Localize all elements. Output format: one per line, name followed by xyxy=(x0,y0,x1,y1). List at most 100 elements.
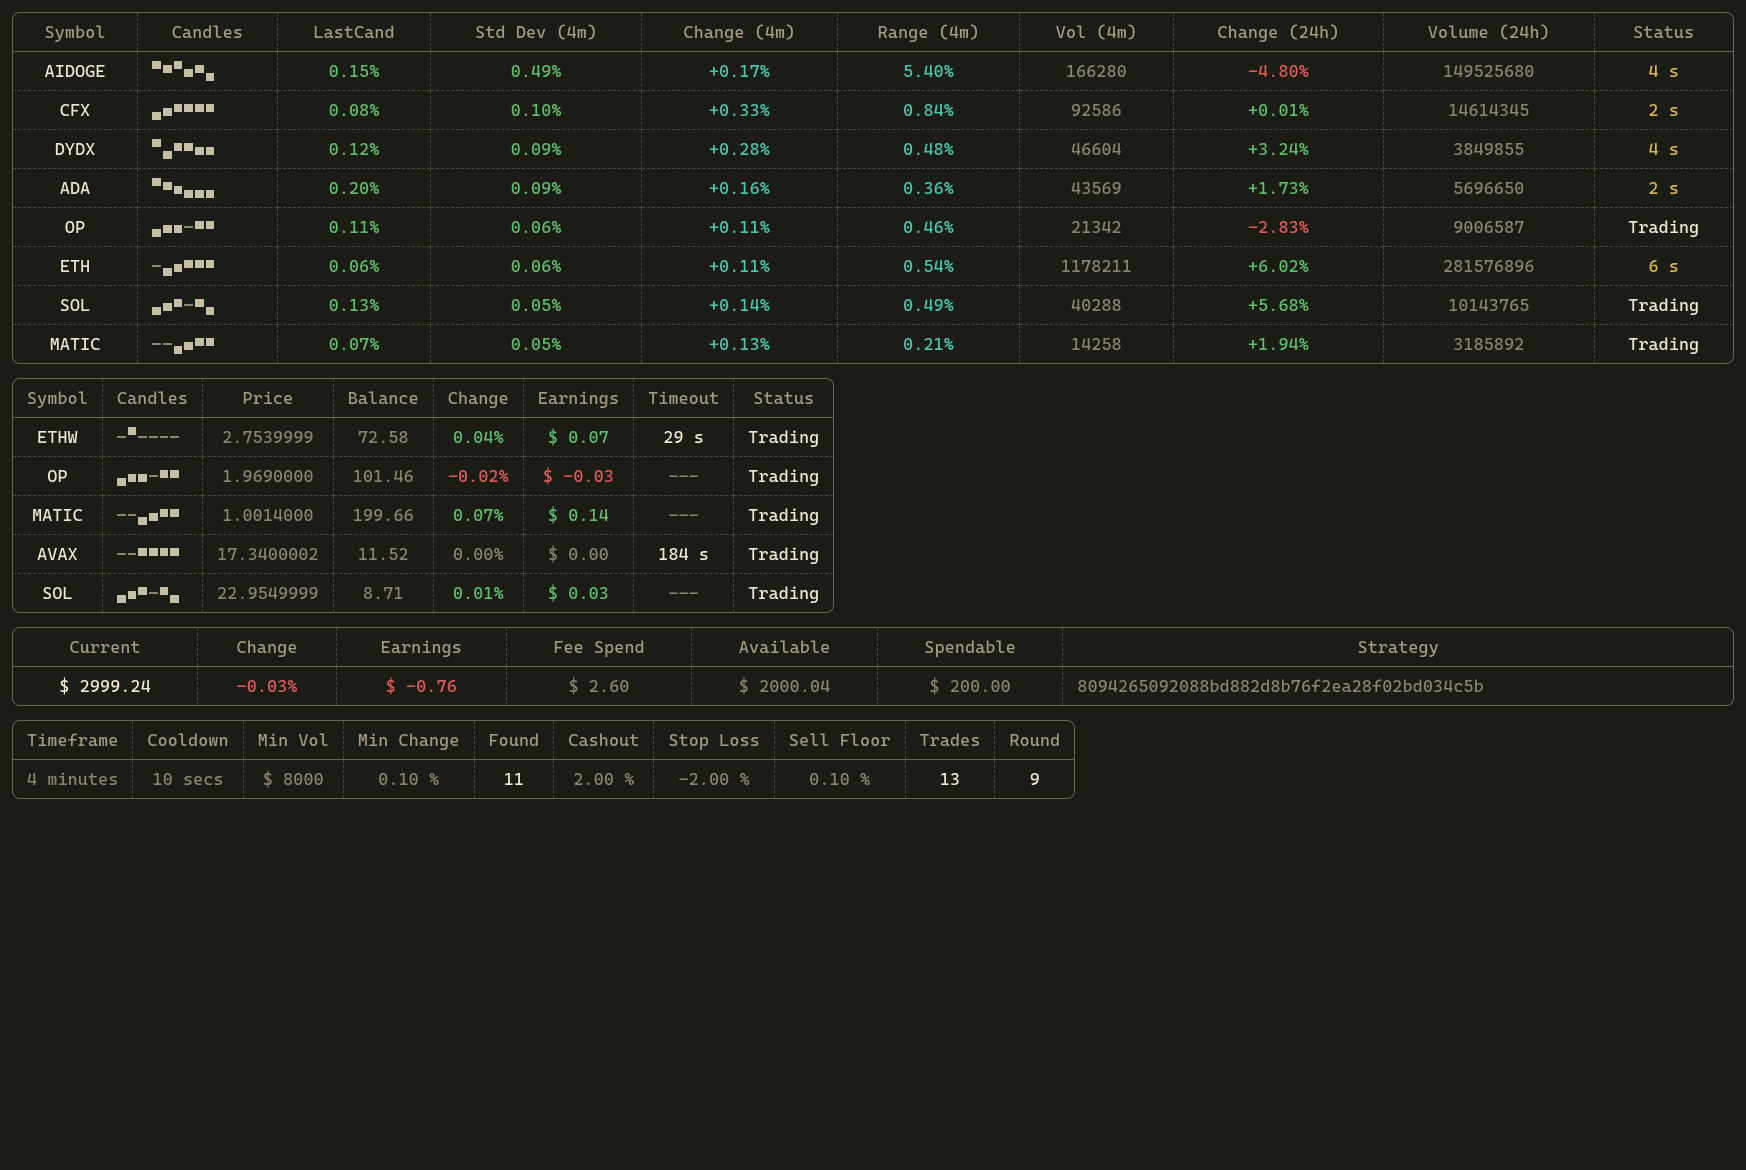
candles-cell xyxy=(102,496,202,535)
change-24h-cell: +1.94% xyxy=(1173,325,1383,364)
symbol-cell: AIDOGE xyxy=(13,52,138,91)
vol-24h-cell: 9006587 xyxy=(1384,208,1594,247)
candles-cell xyxy=(102,418,202,457)
vol-4m-cell: 46604 xyxy=(1020,130,1174,169)
price-cell: 2.7539999 xyxy=(203,418,334,457)
balance-cell: 8.71 xyxy=(333,574,433,613)
column-header: Found xyxy=(474,721,554,760)
vol-24h-cell: 3185892 xyxy=(1384,325,1594,364)
column-header: Change xyxy=(433,379,523,418)
sparkline-icon xyxy=(152,178,214,198)
config-min-change: 0.10 % xyxy=(343,760,474,799)
table-row: ETH0.06%0.06%+0.11%0.54%1178211+6.02%281… xyxy=(13,247,1733,286)
sparkline-icon xyxy=(117,544,179,564)
change-4m-cell: +0.16% xyxy=(641,169,837,208)
change-24h-cell: +0.01% xyxy=(1173,91,1383,130)
last-cand-cell: 0.20% xyxy=(277,169,431,208)
vol-4m-cell: 92586 xyxy=(1020,91,1174,130)
candles-cell xyxy=(138,286,278,325)
vol-4m-cell: 43569 xyxy=(1020,169,1174,208)
column-header: Price xyxy=(203,379,334,418)
column-header: Cashout xyxy=(554,721,654,760)
table-row: DYDX0.12%0.09%+0.28%0.48%46604+3.24%3849… xyxy=(13,130,1733,169)
timeout-cell: --- xyxy=(634,457,734,496)
table-row: SOL22.95499998.710.01%$ 0.03---Trading xyxy=(13,574,833,613)
timeout-cell: 29 s xyxy=(634,418,734,457)
table-row: OP1.9690000101.46-0.02%$ -0.03---Trading xyxy=(13,457,833,496)
status-cell: Trading xyxy=(734,574,834,613)
status-cell: Trading xyxy=(1594,208,1733,247)
summary-current: $ 2999.24 xyxy=(13,667,198,706)
range-4m-cell: 0.54% xyxy=(838,247,1020,286)
column-header: Status xyxy=(734,379,834,418)
column-header: Min Change xyxy=(343,721,474,760)
status-cell: Trading xyxy=(734,418,834,457)
change-cell: 0.01% xyxy=(433,574,523,613)
price-cell: 1.0014000 xyxy=(203,496,334,535)
std-dev-cell: 0.05% xyxy=(431,286,641,325)
change-4m-cell: +0.14% xyxy=(641,286,837,325)
config-cashout: 2.00 % xyxy=(554,760,654,799)
std-dev-cell: 0.10% xyxy=(431,91,641,130)
column-header: Range (4m) xyxy=(838,13,1020,52)
change-cell: 0.04% xyxy=(433,418,523,457)
status-cell: 2 s xyxy=(1594,169,1733,208)
symbol-cell: ETHW xyxy=(13,418,102,457)
column-header: Available xyxy=(692,628,878,667)
earnings-cell: $ 0.03 xyxy=(523,574,633,613)
vol-24h-cell: 14614345 xyxy=(1384,91,1594,130)
std-dev-cell: 0.05% xyxy=(431,325,641,364)
status-cell: Trading xyxy=(734,457,834,496)
change-4m-cell: +0.13% xyxy=(641,325,837,364)
market-panel: SymbolCandlesLastCandStd Dev (4m)Change … xyxy=(12,12,1734,364)
summary-fee-spend: $ 2.60 xyxy=(506,667,692,706)
config-found: 11 xyxy=(474,760,554,799)
change-cell: 0.07% xyxy=(433,496,523,535)
last-cand-cell: 0.08% xyxy=(277,91,431,130)
config-timeframe: 4 minutes xyxy=(13,760,133,799)
symbol-cell: ADA xyxy=(13,169,138,208)
symbol-cell: CFX xyxy=(13,91,138,130)
column-header: Timeout xyxy=(634,379,734,418)
summary-earnings: $ -0.76 xyxy=(336,667,506,706)
summary-spendable: $ 200.00 xyxy=(877,667,1063,706)
symbol-cell: OP xyxy=(13,457,102,496)
sparkline-icon xyxy=(152,61,214,81)
last-cand-cell: 0.06% xyxy=(277,247,431,286)
positions-table: SymbolCandlesPriceBalanceChangeEarningsT… xyxy=(13,379,833,612)
price-cell: 1.9690000 xyxy=(203,457,334,496)
range-4m-cell: 0.48% xyxy=(838,130,1020,169)
range-4m-cell: 5.40% xyxy=(838,52,1020,91)
std-dev-cell: 0.06% xyxy=(431,208,641,247)
summary-change: -0.03% xyxy=(198,667,337,706)
std-dev-cell: 0.06% xyxy=(431,247,641,286)
sparkline-icon xyxy=(152,139,214,159)
change-4m-cell: +0.28% xyxy=(641,130,837,169)
balance-cell: 11.52 xyxy=(333,535,433,574)
candles-cell xyxy=(138,169,278,208)
last-cand-cell: 0.12% xyxy=(277,130,431,169)
config-trades: 13 xyxy=(905,760,995,799)
sparkline-icon xyxy=(117,583,179,603)
last-cand-cell: 0.15% xyxy=(277,52,431,91)
symbol-cell: OP xyxy=(13,208,138,247)
vol-24h-cell: 281576896 xyxy=(1384,247,1594,286)
sparkline-icon xyxy=(117,427,179,447)
column-header: Symbol xyxy=(13,379,102,418)
config-min-vol: $ 8000 xyxy=(243,760,343,799)
column-header: Strategy xyxy=(1063,628,1733,667)
earnings-cell: $ 0.14 xyxy=(523,496,633,535)
timeout-cell: 184 s xyxy=(634,535,734,574)
table-row: ETHW2.753999972.580.04%$ 0.0729 sTrading xyxy=(13,418,833,457)
sparkline-icon xyxy=(152,295,214,315)
range-4m-cell: 0.84% xyxy=(838,91,1020,130)
status-cell: 4 s xyxy=(1594,130,1733,169)
symbol-cell: AVAX xyxy=(13,535,102,574)
column-header: Candles xyxy=(138,13,278,52)
candles-cell xyxy=(102,457,202,496)
summary-table: CurrentChangeEarningsFee SpendAvailableS… xyxy=(13,628,1733,705)
vol-4m-cell: 166280 xyxy=(1020,52,1174,91)
sparkline-icon xyxy=(152,100,214,120)
table-row: MATIC1.0014000199.660.07%$ 0.14---Tradin… xyxy=(13,496,833,535)
config-round: 9 xyxy=(995,760,1074,799)
